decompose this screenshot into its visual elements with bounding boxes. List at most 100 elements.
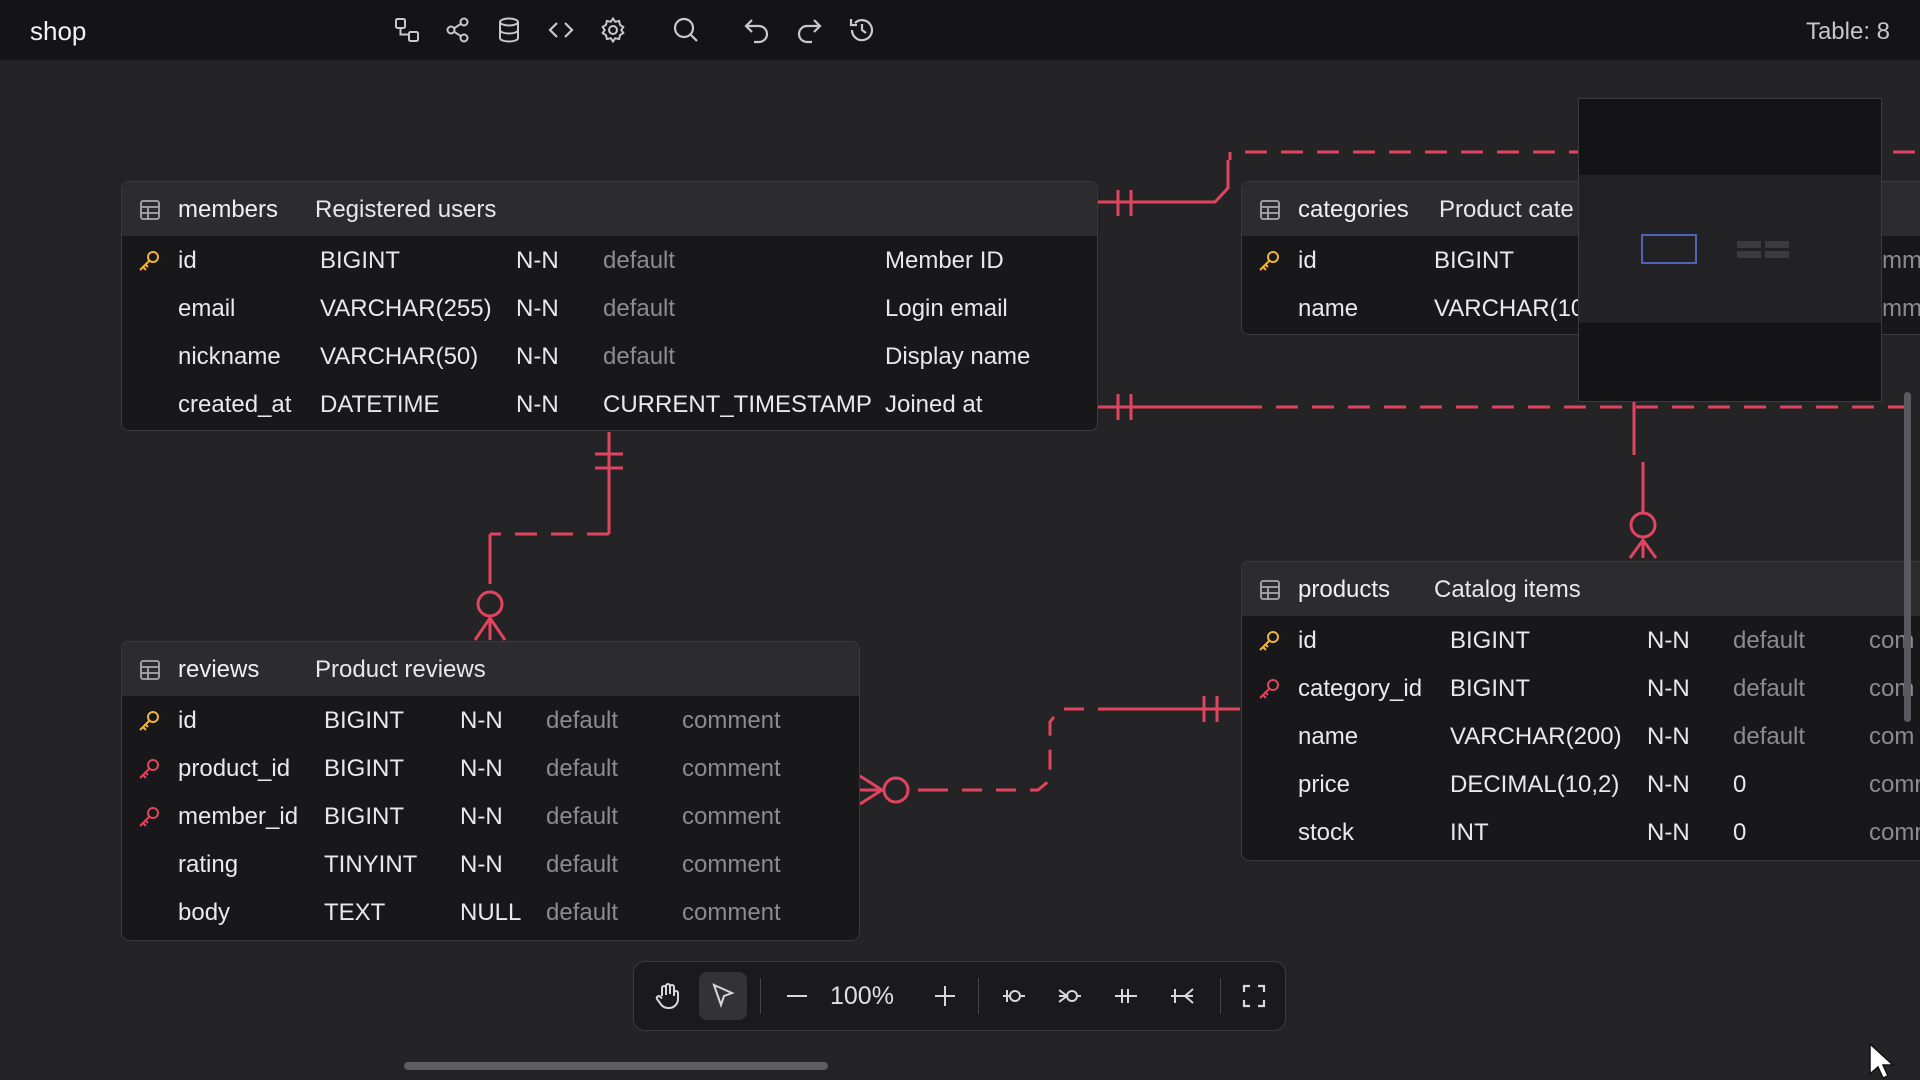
column-default: default <box>546 899 619 926</box>
column-row[interactable]: nickname VARCHAR(50) N-N default Display… <box>122 332 1097 380</box>
column-name: nickname <box>178 343 281 370</box>
app-title: shop <box>30 16 87 46</box>
one-to-one-icon <box>1115 989 1137 1003</box>
column-row[interactable]: email VARCHAR(255) N-N default Login ema… <box>122 284 1097 332</box>
column-comment: comment <box>682 899 781 926</box>
column-type: BIGINT <box>1450 627 1531 654</box>
table-count: Table: 8 <box>1805 18 1890 45</box>
table-icon <box>140 660 160 680</box>
relation-zero-many-button[interactable] <box>1046 972 1094 1020</box>
column-nullable: N-N <box>460 851 503 878</box>
foreign-key-icon <box>139 807 159 827</box>
relation-zero-one-button[interactable] <box>990 972 1038 1020</box>
zoom-out-button[interactable] <box>773 972 821 1020</box>
column-default: default <box>546 803 619 830</box>
column-row[interactable]: stock INT N-N 0 comr <box>1242 808 1920 856</box>
column-row[interactable]: id BIGINT N-N default comment <box>122 696 859 744</box>
table-members[interactable]: members Registered users id BIGINT N-N d… <box>121 181 1098 431</box>
column-row[interactable]: id BIGINT N-N default com <box>1242 616 1920 664</box>
table-header[interactable]: members Registered users <box>122 182 1097 236</box>
column-name: email <box>178 295 236 322</box>
table-name: categories <box>1298 196 1409 223</box>
mouse-cursor-icon <box>1869 1042 1895 1079</box>
column-default: 0 <box>1733 771 1747 798</box>
zoom-in-button[interactable] <box>921 972 969 1020</box>
column-name: id <box>1298 247 1317 274</box>
column-row[interactable]: price DECIMAL(10,2) N-N 0 comr <box>1242 760 1920 808</box>
plus-icon <box>935 986 955 1006</box>
fullscreen-button[interactable] <box>1230 972 1278 1020</box>
column-row[interactable]: name VARCHAR(200) N-N default com <box>1242 712 1920 760</box>
separator <box>1220 978 1221 1014</box>
share-icon[interactable] <box>441 13 475 47</box>
primary-key-icon <box>139 251 159 271</box>
column-name: body <box>178 899 231 926</box>
column-nullable: N-N <box>460 803 503 830</box>
primary-key-icon <box>1259 251 1279 271</box>
table-icon <box>1260 580 1280 600</box>
select-tool-button[interactable] <box>699 972 747 1020</box>
column-row[interactable]: rating TINYINT N-N default comment <box>122 840 859 888</box>
column-default: default <box>546 851 619 878</box>
column-type: VARCHAR(255) <box>320 295 492 322</box>
column-default: default <box>546 707 619 734</box>
column-comment: mm <box>1882 247 1920 274</box>
table-header[interactable]: products Catalog items <box>1242 562 1920 616</box>
search-icon[interactable] <box>669 13 703 47</box>
column-row[interactable]: id BIGINT N-N default Member ID <box>122 236 1097 284</box>
column-name: id <box>178 707 197 734</box>
table-products[interactable]: products Catalog items id BIGINT N-N def… <box>1241 561 1920 861</box>
table-comment: Product cate <box>1439 196 1574 223</box>
minimap-viewport[interactable] <box>1579 175 1881 323</box>
relation-one-one-button[interactable] <box>1102 972 1150 1020</box>
hand-tool-button[interactable] <box>644 972 692 1020</box>
column-comment: comment <box>682 707 781 734</box>
relation-one-many-button[interactable] <box>1158 972 1206 1020</box>
column-name: name <box>1298 295 1359 322</box>
table-name: members <box>178 196 279 223</box>
separator <box>760 978 761 1014</box>
column-type: TINYINT <box>324 851 418 878</box>
zero-or-many-icon <box>1058 989 1081 1003</box>
column-default: default <box>603 247 676 274</box>
horizontal-scrollbar[interactable] <box>404 1062 828 1070</box>
database-icon[interactable] <box>492 13 526 47</box>
table-icon <box>140 200 160 220</box>
settings-icon[interactable] <box>596 13 630 47</box>
pointer-icon <box>712 983 735 1009</box>
column-default: default <box>1733 675 1806 702</box>
column-name: created_at <box>178 391 292 418</box>
table-comment: Catalog items <box>1434 576 1581 603</box>
history-icon[interactable] <box>845 13 879 47</box>
undo-icon[interactable] <box>740 13 774 47</box>
column-row[interactable]: product_id BIGINT N-N default comment <box>122 744 859 792</box>
column-default: default <box>603 295 676 322</box>
minimap[interactable] <box>1578 98 1882 402</box>
zoom-level[interactable]: 100% <box>830 982 894 1011</box>
vertical-scrollbar[interactable] <box>1904 392 1911 722</box>
column-nullable: N-N <box>1647 723 1690 750</box>
column-name: price <box>1298 771 1351 798</box>
layout-icon[interactable] <box>390 13 424 47</box>
column-type: BIGINT <box>324 707 405 734</box>
one-to-many-icon <box>1171 988 1194 1004</box>
column-row[interactable]: created_at DATETIME N-N CURRENT_TIMESTAM… <box>122 380 1097 428</box>
column-type: BIGINT <box>1434 247 1515 274</box>
redo-icon[interactable] <box>792 13 826 47</box>
column-default: default <box>1733 723 1806 750</box>
code-icon[interactable] <box>544 13 578 47</box>
column-type: INT <box>1450 819 1489 846</box>
column-nullable: N-N <box>1647 771 1690 798</box>
column-nullable: N-N <box>516 247 559 274</box>
minus-icon <box>787 995 807 997</box>
column-type: VARCHAR(200) <box>1450 723 1622 750</box>
column-comment: comment <box>682 803 781 830</box>
column-default: default <box>546 755 619 782</box>
column-name: rating <box>178 851 239 878</box>
column-row[interactable]: member_id BIGINT N-N default comment <box>122 792 859 840</box>
column-comment: Joined at <box>885 391 983 418</box>
table-header[interactable]: reviews Product reviews <box>122 642 859 696</box>
column-row[interactable]: category_id BIGINT N-N default com <box>1242 664 1920 712</box>
table-reviews[interactable]: reviews Product reviews id BIGINT N-N de… <box>121 641 860 941</box>
column-row[interactable]: body TEXT NULL default comment <box>122 888 859 936</box>
